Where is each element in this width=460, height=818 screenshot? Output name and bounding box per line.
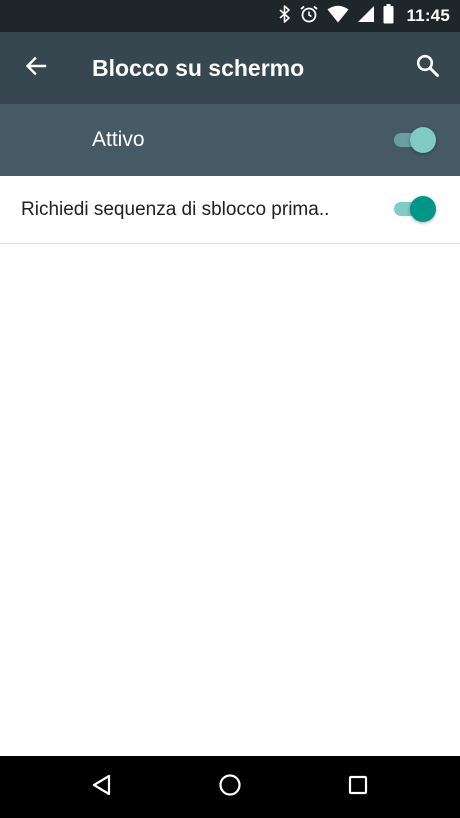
app-bar: Blocco su schermo xyxy=(0,32,460,104)
bluetooth-icon xyxy=(279,4,291,28)
recents-square-icon xyxy=(346,773,370,802)
search-button[interactable] xyxy=(406,46,450,90)
back-triangle-icon xyxy=(90,773,114,802)
nav-recents-button[interactable] xyxy=(338,767,378,807)
search-icon xyxy=(415,53,441,84)
status-icons: 11:45 xyxy=(279,0,450,32)
setting-label: Richiedi sequenza di sblocco prima.. xyxy=(21,199,330,220)
home-circle-icon xyxy=(217,772,243,803)
battery-icon xyxy=(383,3,394,29)
cell-signal-icon xyxy=(357,5,375,28)
nav-home-button[interactable] xyxy=(210,767,250,807)
master-switch-bar[interactable]: Attivo xyxy=(0,104,460,176)
wifi-icon xyxy=(327,5,349,28)
back-button[interactable] xyxy=(14,46,58,90)
alarm-icon xyxy=(299,4,319,29)
page-title: Blocco su schermo xyxy=(92,55,305,81)
arrow-back-icon xyxy=(24,54,48,83)
status-time: 11:45 xyxy=(406,6,450,25)
toggle-thumb xyxy=(410,127,436,153)
setting-row-require-pattern[interactable]: Richiedi sequenza di sblocco prima.. xyxy=(0,176,460,244)
toggle-thumb xyxy=(410,196,436,222)
status-bar: 11:45 xyxy=(0,0,460,32)
require-pattern-toggle[interactable] xyxy=(392,195,436,223)
nav-back-button[interactable] xyxy=(82,767,122,807)
navigation-bar xyxy=(0,756,460,818)
master-toggle[interactable] xyxy=(392,126,436,154)
master-switch-label: Attivo xyxy=(92,128,145,151)
